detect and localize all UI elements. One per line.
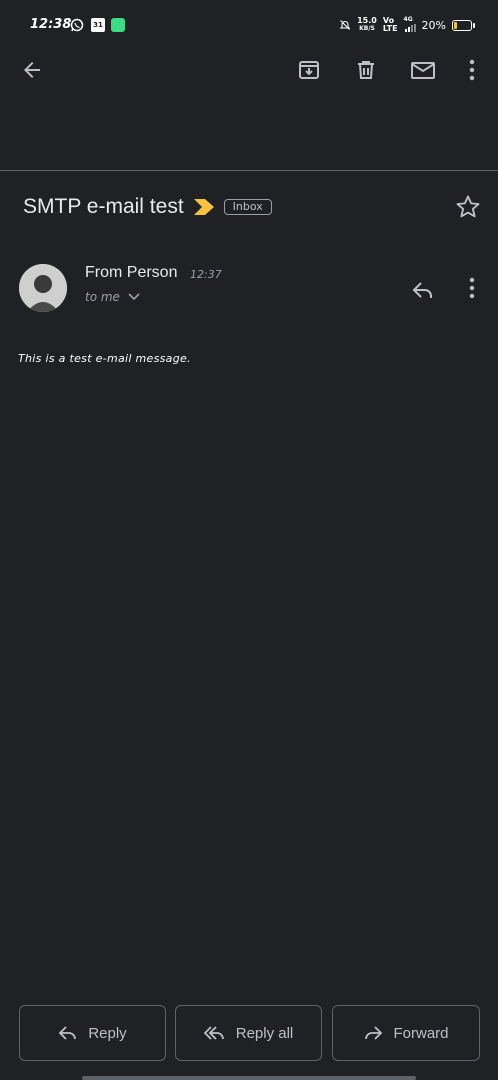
toolbar-divider [0,170,498,171]
mark-unread-button[interactable] [403,50,443,90]
status-bar: 12:38 31 15.0 KB/S Vo LTE 4G 20% [0,0,498,52]
forward-label: Forward [393,1024,449,1042]
volte-indicator: Vo LTE [382,16,398,33]
signal-icon [404,24,416,32]
mark-unread-icon [411,62,435,79]
toolbar [0,52,498,170]
reply-all-button[interactable]: Reply all [175,1005,322,1061]
green-app-icon [111,18,125,32]
reply-all-label: Reply all [235,1024,294,1042]
network-speed: 15.0 KB/S [357,16,377,33]
subject-row: SMTP e-mail test Inbox [23,190,498,224]
recipient-details-toggle[interactable]: to me [85,290,140,304]
signal-indicator: 4G [404,16,416,34]
delete-icon [358,61,374,79]
message-body: This is a test e-mail message. [18,352,191,365]
recipient-text: to me [85,290,120,304]
message-actions: Reply Reply all Forward [19,1005,480,1061]
more-options-button[interactable] [452,50,492,90]
whatsapp-icon [70,18,84,32]
reply-button[interactable]: Reply [19,1005,166,1061]
reply-all-icon [203,1026,224,1040]
star-icon[interactable] [454,193,482,221]
back-button[interactable] [12,50,52,90]
battery-percent: 20% [421,18,446,32]
back-arrow-icon [24,62,40,78]
archive-icon [299,61,319,79]
calendar-icon: 31 [91,18,105,32]
sender-row: From Person 12:37 to me [19,264,498,314]
reply-label: Reply [88,1024,127,1042]
status-indicators: 15.0 KB/S Vo LTE 4G 20% [339,16,475,34]
chevron-down-icon [128,293,140,301]
mute-bell-icon [339,20,351,30]
avatar-photo [19,264,67,312]
battery-level [454,21,458,29]
battery-icon [452,19,475,31]
status-time: 12:38 [30,17,72,32]
email-subject: SMTP e-mail test [23,195,184,218]
reply-icon-button[interactable] [403,270,443,310]
delete-button[interactable] [346,50,386,90]
importance-marker-icon[interactable] [193,199,214,215]
reply-icon [412,282,432,298]
message-more-button[interactable] [452,268,492,308]
forward-button[interactable]: Forward [332,1005,480,1061]
inbox-label[interactable]: Inbox [223,199,272,215]
sender-name[interactable]: From Person [85,264,177,282]
gesture-nav-bar[interactable] [82,1076,416,1080]
reply-icon [59,1026,77,1040]
more-vert-icon [469,277,475,299]
archive-button[interactable] [289,50,329,90]
forward-icon [365,1026,383,1040]
more-vert-icon [469,59,475,81]
message-time: 12:37 [190,268,222,281]
sender-avatar[interactable] [19,264,67,312]
